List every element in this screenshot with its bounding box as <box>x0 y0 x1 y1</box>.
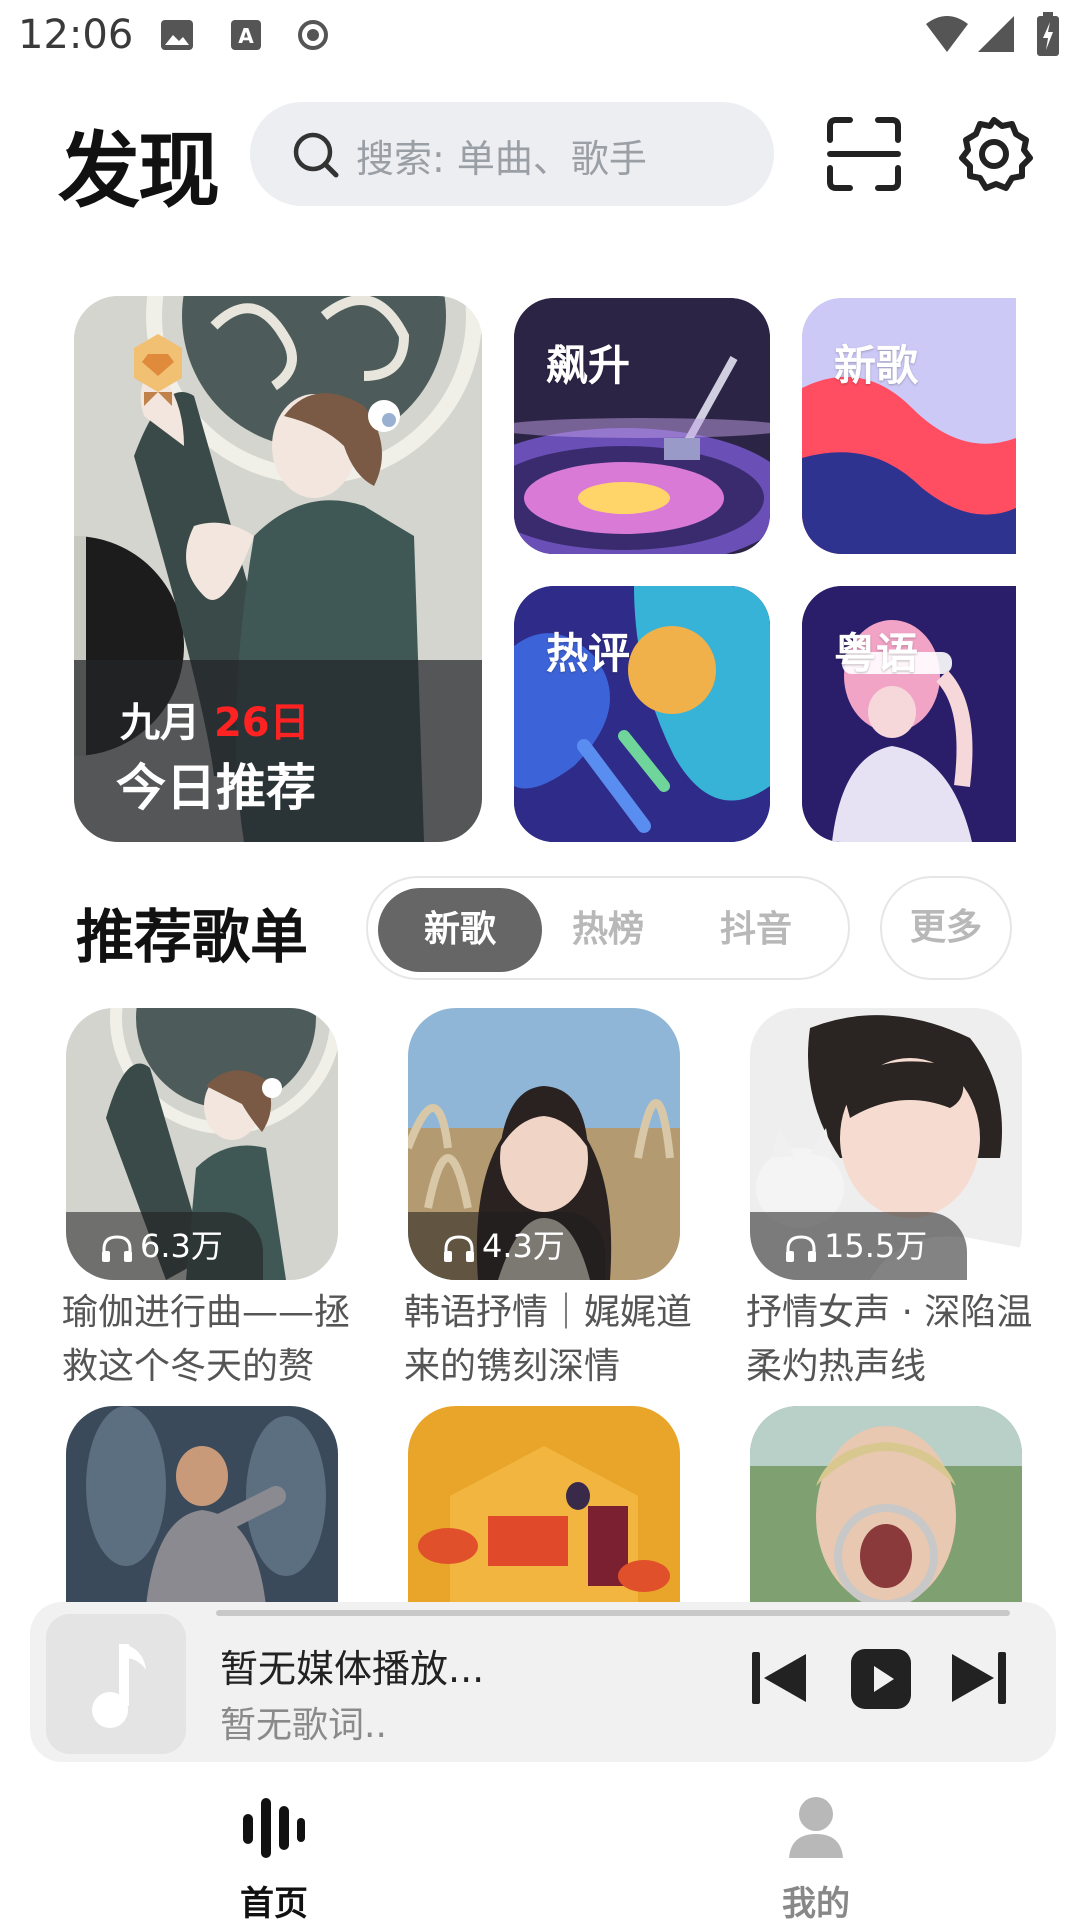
play-count-badge: 15.5万 <box>750 1212 968 1280</box>
search-icon <box>293 132 339 178</box>
daily-title: 今日推荐 <box>116 759 316 817</box>
nav-home-label: 首页 <box>240 1884 308 1920</box>
nav-home[interactable]: 首页 <box>204 1792 344 1920</box>
tile-rising-chart[interactable]: 飙升 <box>514 298 770 554</box>
headphones-icon <box>444 1235 474 1262</box>
cell-signal-icon <box>976 14 1016 58</box>
search-input[interactable]: 搜索: 单曲、歌手 <box>250 102 774 206</box>
tile-cantonese[interactable]: 粤语 <box>802 586 1016 842</box>
record-notification-icon <box>296 18 330 56</box>
headphones-icon <box>102 1235 132 1262</box>
text-notification-icon: A <box>230 18 262 56</box>
playlist-card[interactable]: 4.3万 韩语抒情｜娓娓道来的镌刻深情 <box>404 1008 692 1394</box>
tile-hot-comments[interactable]: 热评 <box>514 586 770 842</box>
page-title: 发现 <box>58 124 220 219</box>
wifi-icon <box>924 14 970 58</box>
mini-player[interactable]: 暂无媒体播放... 暂无歌词.. <box>30 1602 1056 1762</box>
play-count-badge: 4.3万 <box>408 1212 605 1280</box>
battery-icon <box>1036 12 1060 60</box>
skip-previous-icon <box>752 1652 806 1704</box>
player-lyric: 暂无歌词.. <box>220 1705 387 1746</box>
playlist-card[interactable] <box>408 1406 680 1606</box>
gallery-notification-icon <box>160 18 194 56</box>
tile-cantonese-label: 粤语 <box>834 629 919 678</box>
gear-icon <box>959 117 1033 191</box>
playlist-cover: 6.3万 <box>66 1008 338 1280</box>
headphones-icon <box>786 1235 816 1262</box>
playlist-cover <box>66 1406 338 1606</box>
daily-month: 九月 <box>120 700 200 746</box>
play-count: 4.3万 <box>482 1227 565 1265</box>
player-title: 暂无媒体播放... <box>220 1647 485 1691</box>
playlist-cover: 15.5万 <box>750 1008 1022 1280</box>
previous-button[interactable] <box>750 1650 810 1710</box>
concert-cover-art <box>66 1406 338 1606</box>
status-bar: 12:06 A <box>0 0 1080 72</box>
daily-date: 九月 26日 <box>120 690 310 748</box>
playlist-title: 抒情女声 · 深陷温柔灼热声线 <box>746 1292 1033 1387</box>
user-icon <box>789 1797 843 1858</box>
tile-hot-comments-label: 热评 <box>546 629 631 678</box>
desk-illustration-cover-art <box>408 1406 680 1606</box>
playlist-tabs: 新歌 热榜 抖音 <box>366 876 850 980</box>
section-title: 推荐歌单 <box>76 903 309 971</box>
play-icon <box>851 1649 911 1709</box>
playlist-cover: 4.3万 <box>408 1008 680 1280</box>
player-progress-bar[interactable] <box>216 1610 1010 1616</box>
daily-recommend-card[interactable]: 九月 26日 今日推荐 <box>74 296 482 842</box>
skip-next-icon <box>952 1652 1006 1704</box>
music-note-icon <box>92 1644 146 1728</box>
equalizer-icon <box>243 1798 305 1858</box>
play-count: 6.3万 <box>140 1227 223 1265</box>
playlist-cover <box>408 1406 680 1606</box>
scan-button[interactable] <box>826 116 902 192</box>
status-time: 12:06 <box>18 12 134 58</box>
next-button[interactable] <box>948 1650 1008 1710</box>
bottom-navigation: 首页 我的 <box>0 1776 1080 1920</box>
play-button[interactable] <box>850 1648 912 1714</box>
nav-mine-label: 我的 <box>782 1884 850 1920</box>
tile-new-songs-label: 新歌 <box>834 341 919 390</box>
tab-douyin[interactable]: 抖音 <box>674 888 838 972</box>
playlist-cover <box>750 1406 1022 1606</box>
playlist-title: 韩语抒情｜娓娓道来的镌刻深情 <box>404 1292 693 1387</box>
playlist-card[interactable] <box>750 1406 1022 1606</box>
tile-new-songs[interactable]: 新歌 <box>802 298 1016 554</box>
playlist-card[interactable] <box>66 1406 338 1606</box>
search-placeholder: 搜索: 单曲、歌手 <box>356 137 647 181</box>
playlist-title: 瑜伽进行曲——拯救这个冬天的赘 <box>62 1292 351 1387</box>
playlist-card[interactable]: 6.3万 瑜伽进行曲——拯救这个冬天的赘 <box>62 1008 350 1394</box>
more-button[interactable]: 更多 <box>880 876 1012 980</box>
settings-button[interactable] <box>954 114 1034 194</box>
nav-mine[interactable]: 我的 <box>746 1792 886 1920</box>
daily-day: 26日 <box>213 700 310 746</box>
tile-rising-label: 飙升 <box>546 341 631 390</box>
playlist-card[interactable]: 15.5万 抒情女声 · 深陷温柔灼热声线 <box>746 1008 1032 1394</box>
play-count-badge: 6.3万 <box>66 1212 263 1280</box>
play-count: 15.5万 <box>824 1227 928 1265</box>
scan-icon <box>827 117 901 191</box>
svg-text:A: A <box>238 24 254 48</box>
tab-hot-list[interactable]: 热榜 <box>526 888 690 972</box>
player-cover <box>46 1614 186 1754</box>
tab-new-songs[interactable]: 新歌 <box>378 888 542 972</box>
child-cover-art <box>750 1406 1022 1606</box>
